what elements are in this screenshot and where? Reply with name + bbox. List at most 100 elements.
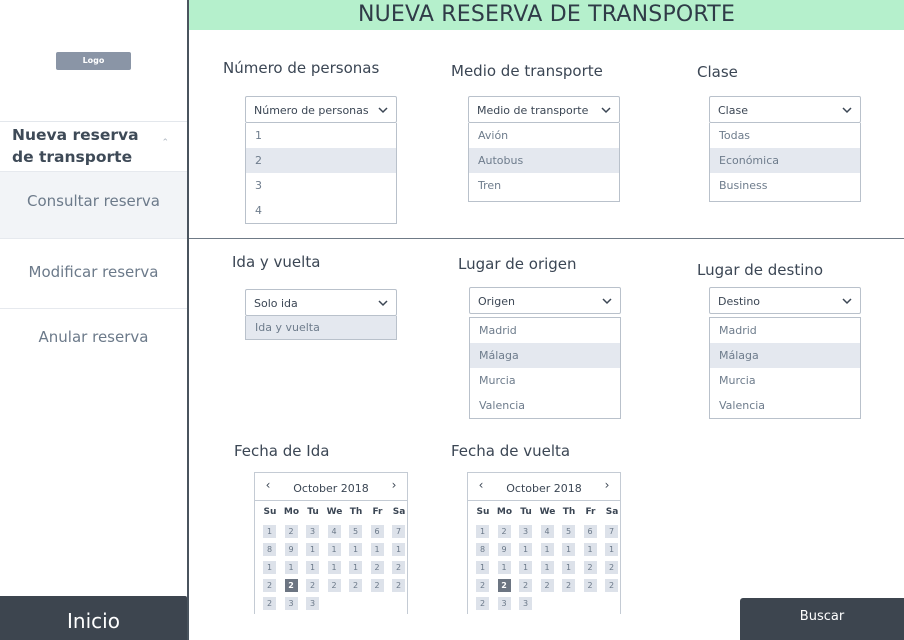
calendar-day[interactable]: 1 [263,525,276,538]
chevron-right-icon[interactable]: › [600,478,614,492]
calendar-day[interactable]: 9 [497,543,511,556]
calendar-day[interactable]: 1 [519,561,532,574]
calendar-day[interactable]: 2 [497,579,511,592]
option-valencia[interactable]: Valencia [470,393,620,418]
calendar-day[interactable]: 1 [476,525,489,538]
calendar-day[interactable]: 1 [497,561,511,574]
calendar-day[interactable]: 2 [540,579,554,592]
medio-select[interactable]: Medio de transporte [468,96,620,123]
calendar-day[interactable]: 2 [476,579,489,592]
calendar-day[interactable]: 7 [605,525,618,538]
calendar-day[interactable]: 1 [562,561,575,574]
calendar-day[interactable]: 2 [583,561,597,574]
calendar-day[interactable]: 1 [540,543,554,556]
calendar-day[interactable]: 1 [306,561,319,574]
sidebar-item-modificar[interactable]: Modificar reserva [0,238,187,308]
option-1[interactable]: 1 [246,123,396,148]
calendar-day[interactable]: 2 [476,597,489,610]
calendar-day[interactable]: 2 [284,525,298,538]
calendar-day[interactable]: 2 [327,579,341,592]
calendar-day[interactable]: 6 [583,525,597,538]
calendar-day[interactable]: 1 [327,561,341,574]
calendar-day[interactable]: 2 [306,579,319,592]
calendar-day[interactable]: 5 [562,525,575,538]
calendar-day[interactable]: 2 [263,597,276,610]
calendar-day[interactable]: 3 [306,525,319,538]
search-button[interactable]: Buscar [740,598,904,640]
option-economica[interactable]: Económica [710,148,860,173]
calendar-day[interactable]: 7 [392,525,405,538]
clase-select[interactable]: Clase [709,96,861,123]
option-murcia[interactable]: Murcia [470,368,620,393]
calendar-day[interactable]: 1 [306,543,319,556]
calendar-day[interactable]: 2 [519,579,532,592]
calendar-day[interactable]: 1 [349,561,362,574]
calendar-day[interactable]: 2 [370,561,384,574]
chevron-right-icon[interactable]: › [387,478,401,492]
calendar-day[interactable]: 3 [497,597,511,610]
sidebar-item-nueva-reserva[interactable]: Nueva reserva de transporte ⌃ [0,121,187,171]
fecha-vuelta-calendar[interactable]: ‹ October 2018 › Su Mo Tu We Th Fr Sa 1 2 3 4 5 6 7 8 9… [467,472,621,614]
calendar-day[interactable]: 2 [562,579,575,592]
sidebar-item-consultar[interactable]: Consultar reserva [0,171,187,238]
calendar-day[interactable]: 1 [476,561,489,574]
calendar-day[interactable]: 1 [370,543,384,556]
option-business[interactable]: Business [710,173,860,198]
option-malaga[interactable]: Málaga [710,343,860,368]
destino-select[interactable]: Destino [709,287,861,314]
fecha-ida-calendar[interactable]: ‹ October 2018 › Su Mo Tu We Th Fr Sa 1 2 3 4 5 6 7 8 9… [254,472,408,614]
calendar-day[interactable]: 1 [540,561,554,574]
home-button[interactable]: Inicio [0,596,187,640]
calendar-day[interactable]: 3 [519,525,532,538]
calendar-day[interactable]: 1 [583,543,597,556]
calendar-day[interactable]: 2 [605,561,618,574]
calendar-day[interactable]: 1 [605,543,618,556]
calendar-day[interactable]: 8 [476,543,489,556]
calendar-day[interactable]: 1 [284,561,298,574]
calendar-day[interactable]: 1 [562,543,575,556]
calendar-day[interactable]: 6 [370,525,384,538]
calendar-day[interactable]: 1 [519,543,532,556]
option-avion[interactable]: Avión [469,123,619,148]
option-malaga[interactable]: Málaga [470,343,620,368]
sidebar-item-label: Consultar reserva [26,192,160,210]
calendar-day[interactable]: 1 [327,543,341,556]
calendar-day[interactable]: 5 [349,525,362,538]
calendar-day[interactable]: 2 [392,561,405,574]
calendar-day[interactable]: 2 [583,579,597,592]
option-4[interactable]: 4 [246,198,396,223]
option-madrid[interactable]: Madrid [710,318,860,343]
calendar-day[interactable]: 2 [605,579,618,592]
option-ida-vuelta[interactable]: Ida y vuelta [246,316,396,339]
calendar-day[interactable]: 2 [392,579,405,592]
calendar-day[interactable]: 4 [540,525,554,538]
ida-vuelta-select[interactable]: Solo ida [245,289,397,316]
calendar-day[interactable]: 2 [284,579,298,592]
option-autobus[interactable]: Autobus [469,148,619,173]
calendar-day[interactable]: 3 [306,597,319,610]
calendar-day[interactable]: 4 [327,525,341,538]
calendar-day[interactable]: 3 [519,597,532,610]
weekday-label: We [539,507,556,517]
option-3[interactable]: 3 [246,173,396,198]
fecha-vuelta-label: Fecha de vuelta [451,442,571,460]
calendar-day[interactable]: 2 [263,579,276,592]
calendar-day[interactable]: 2 [349,579,362,592]
calendar-day[interactable]: 9 [284,543,298,556]
calendar-day[interactable]: 2 [370,579,384,592]
calendar-day[interactable]: 1 [263,561,276,574]
origen-select[interactable]: Origen [469,287,621,314]
calendar-day[interactable]: 2 [497,525,511,538]
calendar-day[interactable]: 1 [392,543,405,556]
calendar-day[interactable]: 3 [284,597,298,610]
option-todas[interactable]: Todas [710,123,860,148]
option-madrid[interactable]: Madrid [470,318,620,343]
option-valencia[interactable]: Valencia [710,393,860,418]
calendar-day[interactable]: 1 [349,543,362,556]
option-murcia[interactable]: Murcia [710,368,860,393]
option-tren[interactable]: Tren [469,173,619,198]
personas-select[interactable]: Número de personas [245,96,397,123]
calendar-day[interactable]: 8 [263,543,276,556]
option-2[interactable]: 2 [246,148,396,173]
sidebar-item-anular[interactable]: Anular reserva [0,308,187,368]
